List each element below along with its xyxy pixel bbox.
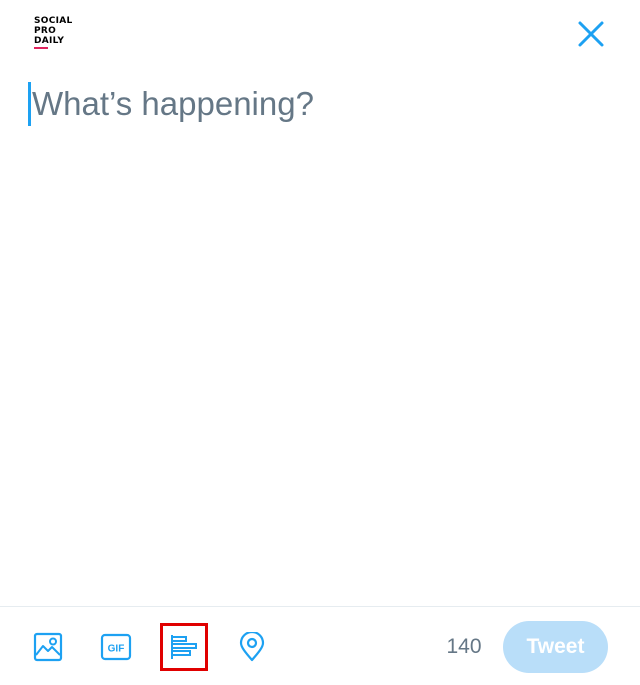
logo-line-2: PRO — [34, 26, 57, 36]
location-pin-icon — [239, 632, 265, 662]
close-button[interactable] — [574, 17, 608, 51]
logo-line-3: DAILY — [34, 36, 65, 46]
character-count: 140 — [446, 635, 482, 658]
gif-icon-label: GIF — [108, 644, 125, 655]
logo-underline — [34, 47, 48, 49]
add-gif-button[interactable]: GIF — [96, 627, 136, 667]
compose-area — [28, 78, 612, 578]
poll-icon — [171, 635, 197, 659]
image-icon — [33, 632, 63, 662]
text-caret — [28, 82, 31, 126]
close-icon — [578, 21, 604, 47]
add-poll-button[interactable] — [160, 623, 208, 671]
social-pro-daily-logo: SOCIAL PRO DAILY — [34, 16, 84, 52]
add-location-button[interactable] — [232, 627, 272, 667]
tweet-button[interactable]: Tweet — [503, 621, 608, 673]
tweet-text-input[interactable] — [32, 78, 602, 130]
logo-line-1: SOCIAL — [34, 16, 73, 26]
compose-toolbar: GIF 140 Tweet — [0, 606, 640, 685]
compose-tweet-screen: SOCIAL PRO DAILY GIF — [0, 0, 640, 685]
add-media-button[interactable] — [28, 627, 68, 667]
gif-icon: GIF — [100, 633, 132, 661]
